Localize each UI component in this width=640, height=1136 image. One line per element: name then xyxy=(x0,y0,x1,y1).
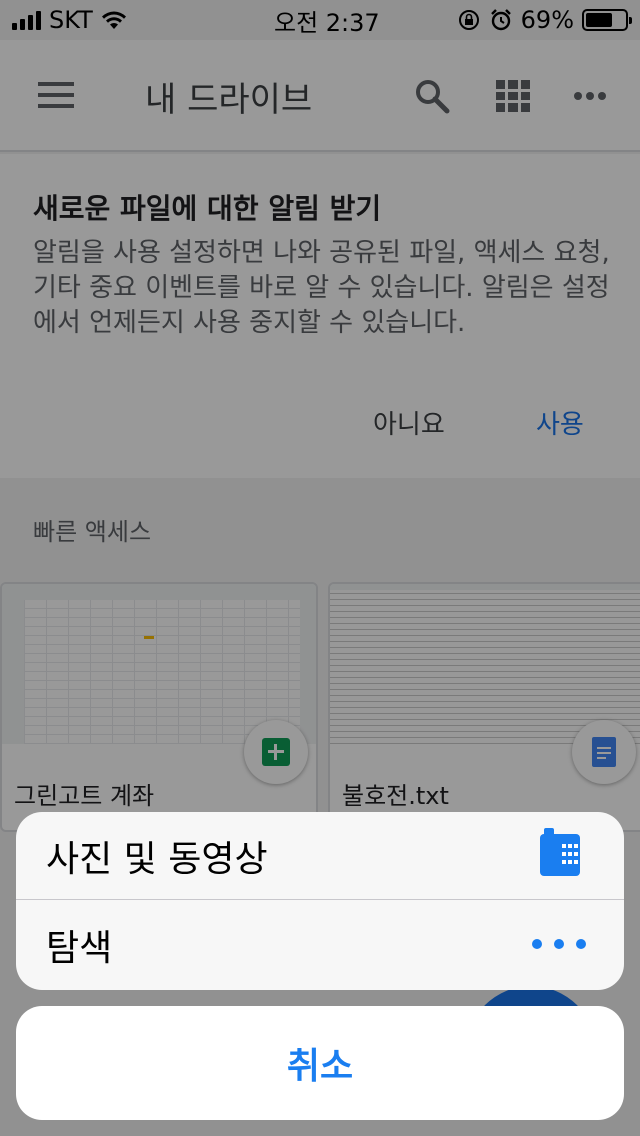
cancel-button[interactable]: 취소 xyxy=(16,1006,624,1120)
browse-option[interactable]: 탐색 xyxy=(16,901,624,989)
action-sheet: 사진 및 동영상 탐색 xyxy=(16,812,624,990)
option-label: 사진 및 동영상 xyxy=(46,838,268,880)
option-label: 탐색 xyxy=(46,928,113,969)
photo-library-icon xyxy=(540,828,580,876)
more-dots-icon xyxy=(532,939,586,949)
photos-and-videos-option[interactable]: 사진 및 동영상 xyxy=(16,812,624,900)
